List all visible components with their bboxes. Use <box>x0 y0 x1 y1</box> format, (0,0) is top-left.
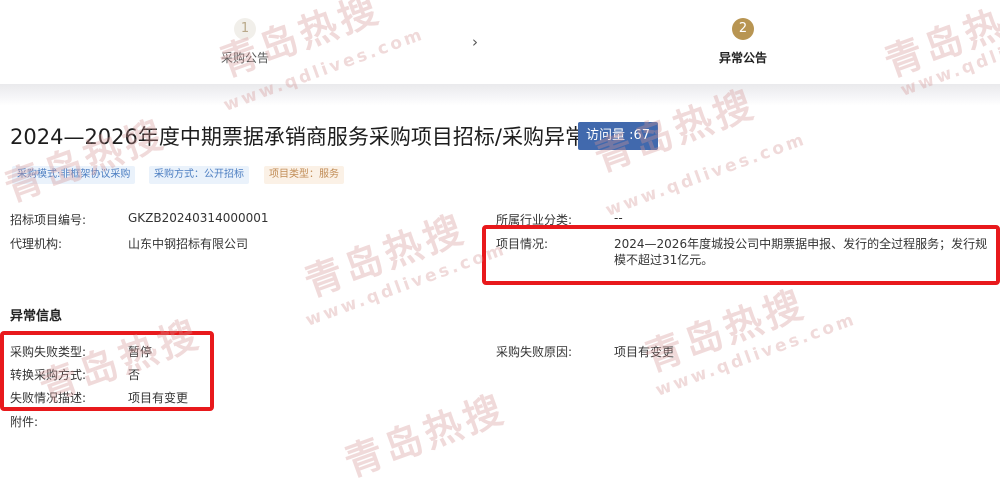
project-number-label: 招标项目编号: <box>10 213 87 227</box>
visit-count-badge: 访问量 :67 <box>578 122 659 150</box>
fail-reason-label: 采购失败原因: <box>496 345 573 359</box>
watermark-brand: 青岛热搜 <box>298 206 472 306</box>
watermark-url: www.qdlives.com <box>302 239 510 331</box>
highlight-box-exception-info <box>0 331 214 411</box>
tag-project-type: 项目类型：服务 <box>264 166 344 184</box>
watermark-brand: 青岛热搜 <box>0 111 172 211</box>
industry-value: -- <box>614 211 623 225</box>
step-2-label: 异常公告 <box>718 51 767 65</box>
step-1-label: 采购公告 <box>220 51 269 65</box>
attachment-label: 附件: <box>10 415 39 429</box>
step-exception-notice[interactable]: 2 异常公告 <box>703 18 783 66</box>
fail-reason-value: 项目有变更 <box>614 345 675 359</box>
tag-procurement-method: 采购方式：公开招标 <box>149 166 249 184</box>
highlight-box-project-status <box>482 225 1000 285</box>
tag-procurement-mode: 采购模式:非框架协议采购 <box>12 166 136 184</box>
agency-value: 山东中钢招标有限公司 <box>128 237 249 251</box>
agency-label: 代理机构: <box>10 237 63 251</box>
divider <box>0 84 1000 106</box>
step-1-number: 1 <box>234 18 256 40</box>
exception-section-title: 异常信息 <box>10 309 63 324</box>
watermark-brand: 青岛热搜 <box>338 386 512 486</box>
page-title: 2024—2026年度中期票据承销商服务采购项目招标/采购异常 <box>10 125 586 149</box>
chevron-right-icon: › <box>472 33 478 51</box>
step-procurement-notice[interactable]: 1 采购公告 <box>205 18 285 66</box>
watermark-url: www.qdlives.com <box>652 309 860 401</box>
step-2-number: 2 <box>732 18 754 40</box>
step-progress-bar: 1 采购公告 › 2 异常公告 <box>0 0 1000 84</box>
project-number-value: GKZB20240314000001 <box>128 211 269 225</box>
watermark-brand: 青岛热搜 <box>638 281 812 381</box>
